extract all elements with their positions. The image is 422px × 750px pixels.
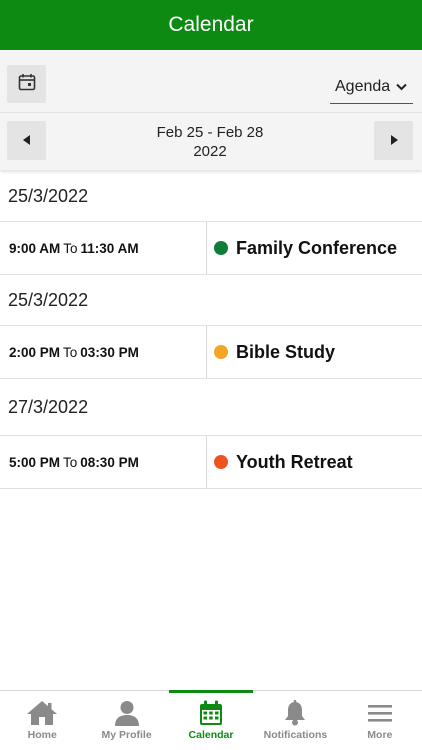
event-title-cell: Bible Study: [207, 326, 422, 378]
event-time: 2:00 PM To 03:30 PM: [0, 326, 207, 378]
event-color-dot: [214, 345, 228, 359]
agenda-date: 25/3/2022: [8, 185, 89, 206]
previous-range-button[interactable]: [7, 121, 46, 160]
agenda-event-row[interactable]: 9:00 AM To 11:30 AM Family Conference: [0, 222, 422, 275]
agenda-date-header: 27/3/2022: [0, 379, 422, 436]
date-range-bar: Feb 25 - Feb 28 2022: [0, 112, 422, 170]
event-title: Bible Study: [236, 341, 336, 362]
tab-more[interactable]: More: [338, 691, 422, 750]
event-time-separator: To: [63, 240, 78, 256]
next-range-button[interactable]: [374, 121, 413, 160]
event-title-cell: Family Conference: [207, 222, 422, 274]
tab-label: My Profile: [101, 729, 152, 741]
event-start-time: 5:00 PM: [9, 454, 61, 470]
agenda-event-row[interactable]: 5:00 PM To 08:30 PM Youth Retreat: [0, 436, 422, 489]
date-range-line2: 2022: [193, 143, 227, 160]
event-time-separator: To: [63, 344, 78, 360]
page-title: Calendar: [168, 13, 254, 36]
event-end-time: 11:30 AM: [80, 240, 139, 256]
caret-right-icon: [390, 132, 398, 150]
view-mode-label: Agenda: [335, 77, 391, 95]
menu-icon: [367, 700, 393, 726]
tab-my-profile[interactable]: My Profile: [84, 691, 168, 750]
bottom-tab-bar: Home My Profile Calendar Notifications M…: [0, 690, 422, 750]
date-range-line1: Feb 25 - Feb 28: [156, 124, 264, 141]
event-start-time: 9:00 AM: [9, 240, 61, 256]
calendar-toolbar: Agenda: [0, 50, 422, 112]
user-icon: [114, 700, 140, 726]
event-time: 9:00 AM To 11:30 AM: [0, 222, 207, 274]
agenda-date: 25/3/2022: [8, 289, 89, 310]
tab-home[interactable]: Home: [0, 691, 84, 750]
caret-left-icon: [22, 132, 31, 150]
event-title-cell: Youth Retreat: [207, 436, 422, 488]
agenda-date-header: 25/3/2022: [0, 171, 422, 222]
event-title: Family Conference: [236, 237, 398, 258]
chevron-down-icon: [396, 83, 407, 91]
calendar-icon: [199, 700, 223, 726]
calendar-picker-button[interactable]: [7, 65, 46, 103]
tab-label: Notifications: [263, 729, 328, 741]
event-time-separator: To: [63, 454, 78, 470]
event-time: 5:00 PM To 08:30 PM: [0, 436, 207, 488]
bell-icon: [283, 700, 307, 726]
tab-label: More: [367, 729, 393, 741]
calendar-icon: [18, 73, 36, 96]
view-mode-select[interactable]: Agenda: [330, 70, 413, 104]
event-color-dot: [214, 455, 228, 469]
event-end-time: 03:30 PM: [80, 344, 139, 360]
agenda-date: 27/3/2022: [8, 396, 89, 417]
event-title: Youth Retreat: [236, 451, 353, 472]
home-icon: [26, 700, 58, 726]
tab-calendar[interactable]: Calendar: [168, 690, 254, 750]
app-header: Calendar: [0, 0, 422, 50]
event-color-dot: [214, 241, 228, 255]
event-start-time: 2:00 PM: [9, 344, 61, 360]
agenda-event-row[interactable]: 2:00 PM To 03:30 PM Bible Study: [0, 326, 422, 379]
tab-notifications[interactable]: Notifications: [253, 691, 337, 750]
agenda-list: 25/3/2022 9:00 AM To 11:30 AM Family Con…: [0, 171, 422, 489]
event-end-time: 08:30 PM: [80, 454, 139, 470]
agenda-date-header: 25/3/2022: [0, 275, 422, 326]
tab-label: Calendar: [188, 729, 234, 741]
tab-label: Home: [27, 729, 57, 741]
date-range-text: Feb 25 - Feb 28 2022: [100, 123, 320, 161]
